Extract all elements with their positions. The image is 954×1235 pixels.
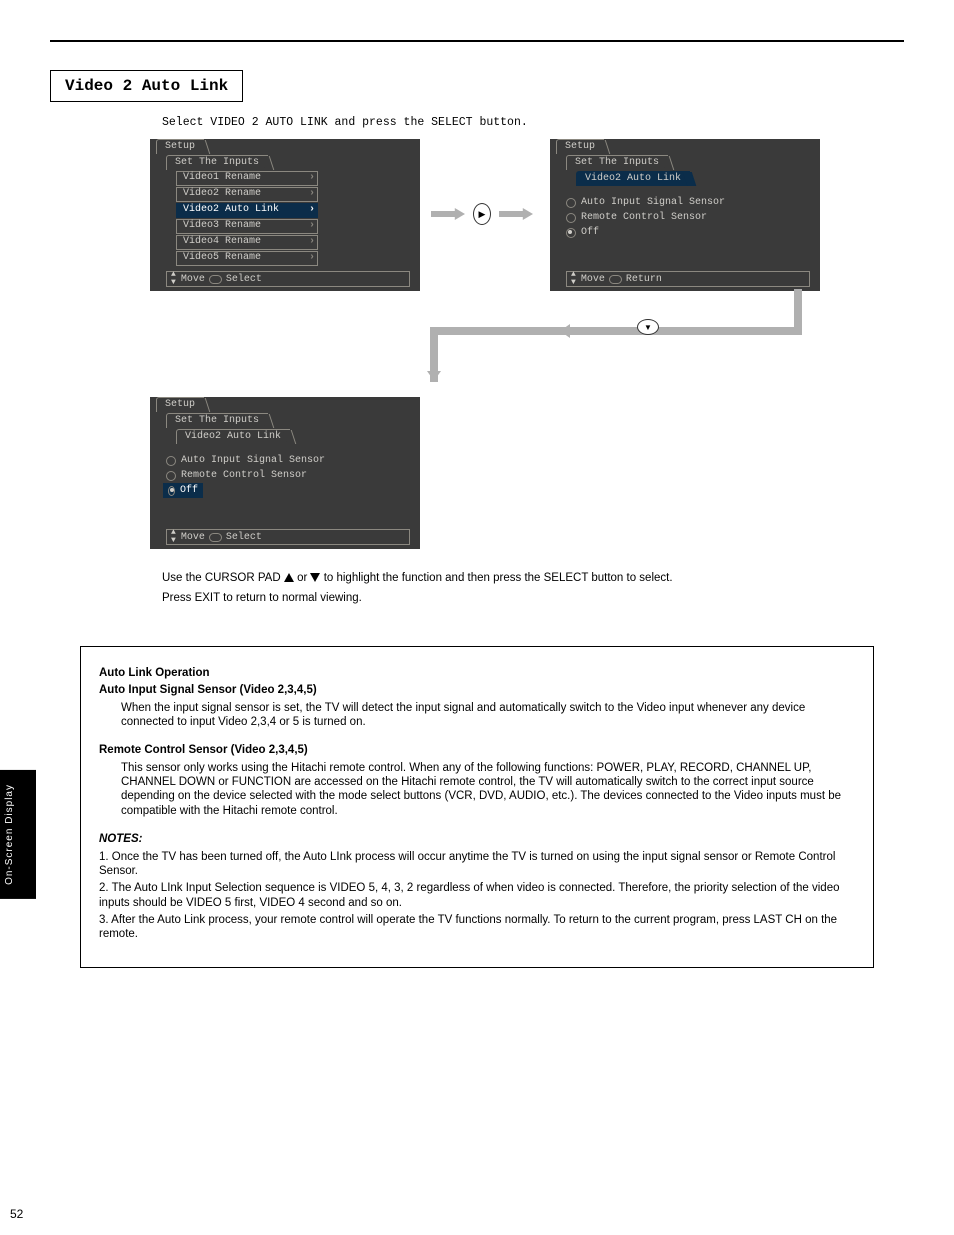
opt-auto-input-signal-sensor: Auto Input Signal Sensor — [166, 453, 420, 468]
tab-inputs: Set The Inputs — [566, 155, 668, 170]
cursor-down-icon — [310, 573, 320, 582]
top-rule — [50, 40, 904, 42]
arrow-right-icon — [431, 208, 465, 220]
instruction-cursor: Use the CURSOR PAD or to highlight the f… — [162, 571, 864, 585]
row-video2-autolink: Video2 Auto Link — [176, 203, 318, 218]
opt-auto-input-signal-sensor: Auto Input Signal Sensor — [566, 195, 820, 210]
opt-off: Off — [163, 483, 203, 498]
instruction-text: Select VIDEO 2 AUTO LINK and press the S… — [162, 116, 904, 129]
ais-body: When the input signal sensor is set, the… — [121, 701, 855, 730]
rcs-header: Remote Control Sensor (Video 2,3,4,5) — [99, 743, 855, 757]
remote-down-button-icon: ▼ — [637, 319, 659, 335]
tab-setup: Setup — [556, 139, 604, 154]
note-1: 1. Once the TV has been turned off, the … — [99, 850, 855, 879]
osd-panel-options-return: Setup Set The Inputs Video2 Auto Link Au… — [550, 139, 820, 291]
osd-footer: ▲▼Move Select — [166, 271, 410, 287]
osd-panel-options-select: Setup Set The Inputs Video2 Auto Link Au… — [150, 397, 420, 549]
osd-footer: ▲▼Move Select — [166, 529, 410, 545]
notes-block: NOTES: 1. Once the TV has been turned of… — [99, 832, 855, 942]
flow-right: ▶ — [431, 203, 533, 225]
instruction-exit: Press EXIT to return to normal viewing. — [162, 591, 864, 605]
opt-remote-control-sensor: Remote Control Sensor — [166, 468, 420, 483]
tab-inputs: Set The Inputs — [166, 413, 268, 428]
note-2: 2. The Auto LInk Input Selection sequenc… — [99, 881, 855, 910]
tab-video2-autolink: Video2 Auto Link — [176, 429, 290, 444]
section-heading: Video 2 Auto Link — [50, 70, 243, 102]
inset-title: Auto Link Operation — [99, 667, 210, 679]
row-video3-rename: Video3 Rename — [176, 219, 318, 234]
opt-remote-control-sensor: Remote Control Sensor — [566, 210, 820, 225]
auto-link-operation-box: Auto Link Operation Auto Input Signal Se… — [80, 646, 874, 968]
page-number: 52 — [10, 1207, 23, 1221]
note-3: 3. After the Auto Link process, your rem… — [99, 913, 855, 942]
side-label: On-Screen Display — [0, 770, 36, 899]
row-video2-rename: Video2 Rename — [176, 187, 318, 202]
osd-panel-inputs: Setup Set The Inputs Video1 Rename Video… — [150, 139, 420, 291]
tab-inputs: Set The Inputs — [166, 155, 268, 170]
rcs-body: This sensor only works using the Hitachi… — [121, 761, 855, 819]
remote-right-button-icon: ▶ — [473, 203, 491, 225]
row-video4-rename: Video4 Rename — [176, 235, 318, 250]
figure-row-2: Setup Set The Inputs Video2 Auto Link Au… — [150, 369, 850, 549]
row-video1-rename: Video1 Rename — [176, 171, 318, 186]
tab-setup: Setup — [156, 139, 204, 154]
flow-down: ▼ — [360, 289, 840, 379]
opt-off: Off — [566, 225, 820, 240]
cursor-up-icon — [284, 573, 294, 582]
ais-header: Auto Input Signal Sensor (Video 2,3,4,5) — [99, 683, 855, 697]
figure-row-1: Setup Set The Inputs Video1 Rename Video… — [150, 139, 850, 339]
tab-video2-autolink: Video2 Auto Link — [576, 171, 690, 186]
arrow-right-icon — [499, 208, 533, 220]
row-video5-rename: Video5 Rename — [176, 251, 318, 266]
osd-footer: ▲▼Move Return — [566, 271, 810, 287]
tab-setup: Setup — [156, 397, 204, 412]
